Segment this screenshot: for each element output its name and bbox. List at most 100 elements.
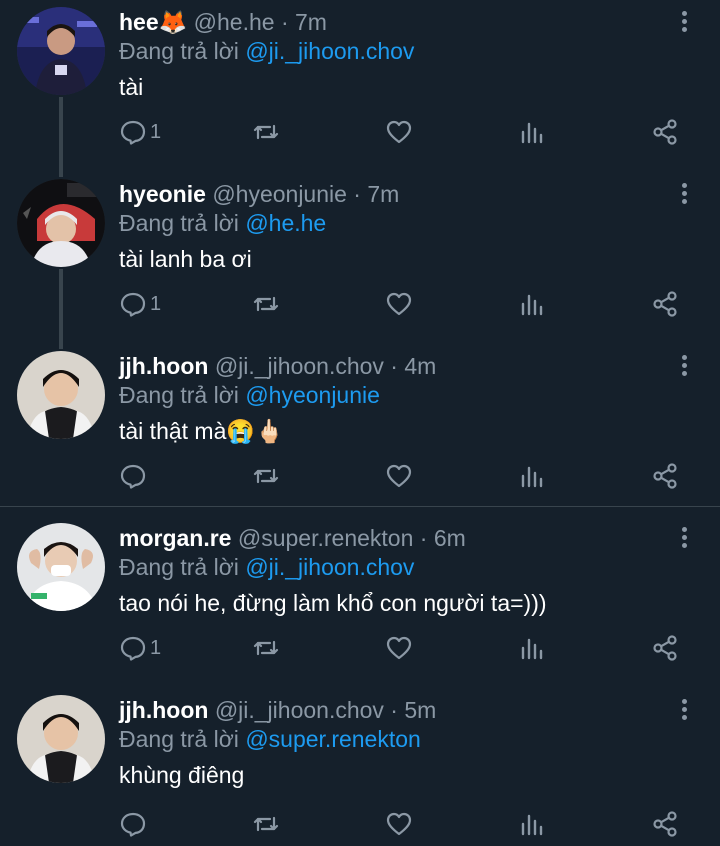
share-icon	[653, 291, 677, 317]
analytics-icon	[521, 638, 543, 660]
views-button[interactable]	[518, 806, 546, 842]
tweet[interactable]: jjh.hoon @ji._jihoon.chov · 5m Đang trả …	[0, 688, 720, 838]
share-icon	[653, 119, 677, 145]
mention-link[interactable]: @he.he	[245, 210, 326, 236]
handle-time: @hyeonjunie · 7m	[212, 181, 400, 207]
reply-count: 1	[150, 120, 162, 143]
like-button[interactable]	[385, 286, 413, 322]
share-button[interactable]	[651, 286, 679, 322]
retweet-button[interactable]	[252, 458, 280, 494]
reply-prefix: Đang trả lời	[119, 726, 239, 752]
action-bar: 1	[0, 630, 720, 670]
reply-context: Đang trả lời @ji._jihoon.chov	[119, 37, 414, 65]
more-vertical-icon[interactable]	[672, 180, 696, 208]
more-vertical-icon[interactable]	[672, 696, 696, 724]
retweet-button[interactable]	[252, 114, 280, 150]
avatar-image	[17, 179, 105, 267]
views-button[interactable]	[518, 286, 546, 322]
avatar[interactable]	[17, 179, 105, 267]
display-name[interactable]: hee🦊	[119, 9, 187, 35]
reply-button[interactable]: 1	[119, 630, 161, 666]
tweet-text: tài	[119, 74, 144, 100]
tweet-header: jjh.hoon @ji._jihoon.chov · 4m	[119, 352, 436, 380]
reply-button[interactable]: 1	[119, 286, 161, 322]
reply-icon	[120, 464, 146, 489]
like-button[interactable]	[385, 806, 413, 842]
avatar[interactable]	[17, 351, 105, 439]
avatar-image	[17, 351, 105, 439]
display-name[interactable]: morgan.re	[119, 525, 231, 551]
reply-prefix: Đang trả lời	[119, 554, 239, 580]
tweet-text: tài lanh ba ơi	[119, 246, 252, 272]
handle-time: @super.renekton · 6m	[237, 525, 466, 551]
reply-icon	[120, 812, 146, 837]
avatar[interactable]	[17, 7, 105, 95]
action-bar	[0, 806, 720, 846]
reply-icon	[120, 292, 146, 317]
share-button[interactable]	[651, 114, 679, 150]
display-name[interactable]: jjh.hoon	[119, 353, 208, 379]
reply-count: 1	[150, 636, 162, 659]
analytics-icon	[521, 466, 543, 488]
share-button[interactable]	[651, 806, 679, 842]
more-vertical-icon[interactable]	[672, 8, 696, 36]
like-button[interactable]	[385, 630, 413, 666]
tweet[interactable]: morgan.re @super.renekton · 6m Đang trả …	[0, 516, 720, 688]
avatar[interactable]	[17, 523, 105, 611]
handle-time: @he.he · 7m	[193, 9, 327, 35]
analytics-icon	[521, 814, 543, 836]
tweet-header: hyeonie @hyeonjunie · 7m	[119, 180, 399, 208]
tweet-header: morgan.re @super.renekton · 6m	[119, 524, 466, 552]
retweet-button[interactable]	[252, 286, 280, 322]
retweet-button[interactable]	[252, 630, 280, 666]
views-button[interactable]	[518, 458, 546, 494]
tweet-text: tài thật mà😭🖕🏻	[119, 418, 284, 444]
display-name[interactable]: hyeonie	[119, 181, 206, 207]
share-icon	[653, 811, 677, 837]
tweet[interactable]: hyeonie @hyeonjunie · 7m Đang trả lời @h…	[0, 172, 720, 344]
more-vertical-icon[interactable]	[672, 352, 696, 380]
avatar-image	[17, 7, 105, 95]
views-button[interactable]	[518, 630, 546, 666]
reply-prefix: Đang trả lời	[119, 382, 239, 408]
views-button[interactable]	[518, 114, 546, 150]
mention-link[interactable]: @super.renekton	[245, 726, 421, 752]
action-bar: 1	[0, 114, 720, 154]
tweet-text: khùng điêng	[119, 762, 245, 788]
like-button[interactable]	[385, 114, 413, 150]
heart-icon	[386, 292, 412, 316]
share-button[interactable]	[651, 630, 679, 666]
like-button[interactable]	[385, 458, 413, 494]
heart-icon	[386, 464, 412, 488]
mention-link[interactable]: @hyeonjunie	[245, 382, 380, 408]
retweet-icon	[253, 468, 279, 484]
avatar[interactable]	[17, 695, 105, 783]
action-bar: 1	[0, 286, 720, 326]
display-name[interactable]: jjh.hoon	[119, 697, 208, 723]
retweet-icon	[253, 296, 279, 312]
retweet-button[interactable]	[252, 806, 280, 842]
avatar-image	[17, 523, 105, 611]
share-icon	[653, 635, 677, 661]
reply-button[interactable]	[119, 806, 150, 842]
more-vertical-icon[interactable]	[672, 524, 696, 552]
analytics-icon	[521, 294, 543, 316]
heart-icon	[386, 636, 412, 660]
reply-button[interactable]: 1	[119, 114, 161, 150]
mention-link[interactable]: @ji._jihoon.chov	[245, 38, 414, 64]
reply-button[interactable]	[119, 458, 150, 494]
reply-icon	[120, 636, 146, 661]
thread-divider	[0, 506, 720, 507]
tweet[interactable]: jjh.hoon @ji._jihoon.chov · 4m Đang trả …	[0, 344, 720, 506]
retweet-icon	[253, 640, 279, 656]
reply-context: Đang trả lời @he.he	[119, 209, 326, 237]
analytics-icon	[521, 122, 543, 144]
handle-time: @ji._jihoon.chov · 5m	[214, 697, 437, 723]
avatar-image	[17, 695, 105, 783]
reply-context: Đang trả lời @ji._jihoon.chov	[119, 553, 414, 581]
mention-link[interactable]: @ji._jihoon.chov	[245, 554, 414, 580]
reply-prefix: Đang trả lời	[119, 38, 239, 64]
tweet-header: hee🦊 @he.he · 7m	[119, 8, 327, 36]
share-button[interactable]	[651, 458, 679, 494]
tweet[interactable]: hee🦊 @he.he · 7m Đang trả lời @ji._jihoo…	[0, 0, 720, 172]
